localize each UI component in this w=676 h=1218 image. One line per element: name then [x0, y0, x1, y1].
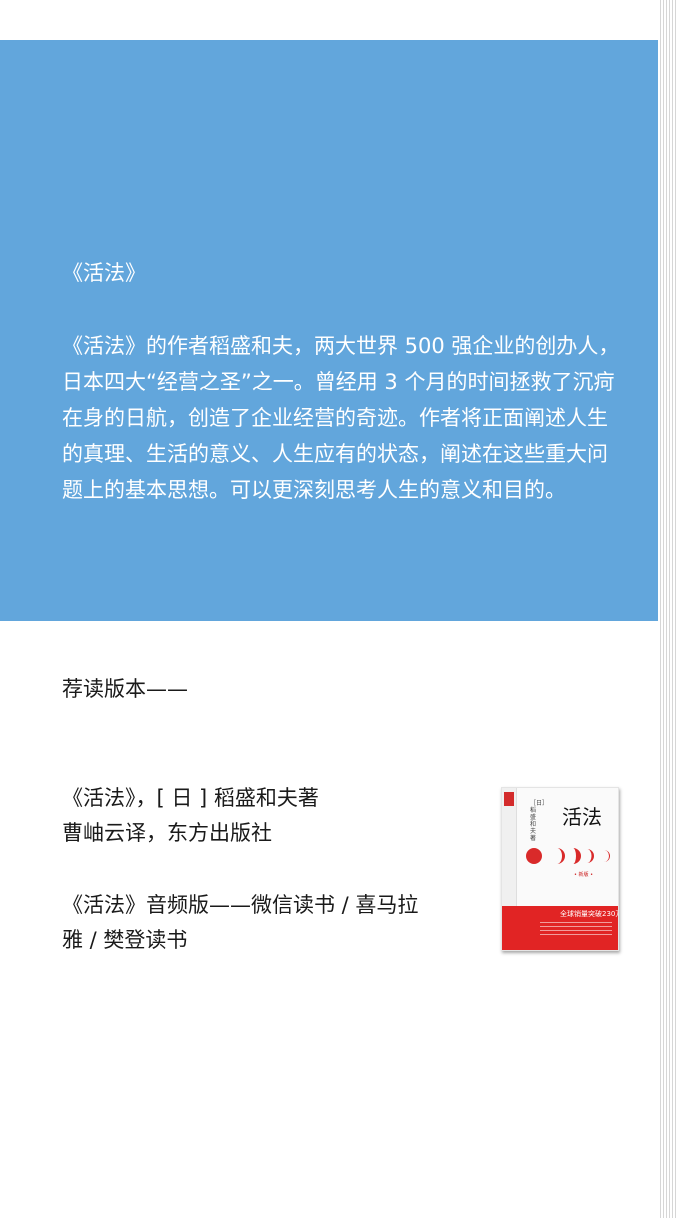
- intro-panel: 《活法》 《活法》的作者稻盛和夫，两大世界 500 强企业的创办人，日本四大“经…: [0, 40, 658, 621]
- cover-fine-print: [540, 922, 612, 936]
- intro-title: 《活法》: [62, 261, 146, 285]
- intro-body: 《活法》的作者稻盛和夫，两大世界 500 强企业的创办人，日本四大“经营之圣”之…: [62, 334, 620, 502]
- cover-banner: 全球销量突破230万册: [560, 910, 618, 918]
- book-cover-image: ［日］稻盛和夫著 活法 • 新版 • 全球销量突破230万册: [501, 787, 619, 951]
- cover-edition-tag: • 新版 •: [574, 872, 594, 878]
- book-edition-line-2: 曹岫云译，东方出版社: [62, 821, 272, 845]
- audio-edition-line-2: 雅 / 樊登读书: [62, 928, 188, 952]
- page-edge-stripes: [658, 0, 676, 1218]
- cover-title: 活法: [562, 805, 602, 829]
- spine-red-tag: [504, 792, 514, 806]
- moon-phase-icon: [526, 848, 610, 864]
- audio-edition-line-1: 《活法》音频版——微信读书 / 喜马拉: [62, 893, 419, 917]
- book-edition-line-1: 《活法》，[ 日 ] 稻盛和夫著: [62, 786, 319, 810]
- recommend-heading: 荐读版本——: [62, 677, 188, 701]
- cover-red-band: 全球销量突破230万册: [502, 906, 618, 950]
- cover-author: ［日］稻盛和夫著: [530, 800, 549, 842]
